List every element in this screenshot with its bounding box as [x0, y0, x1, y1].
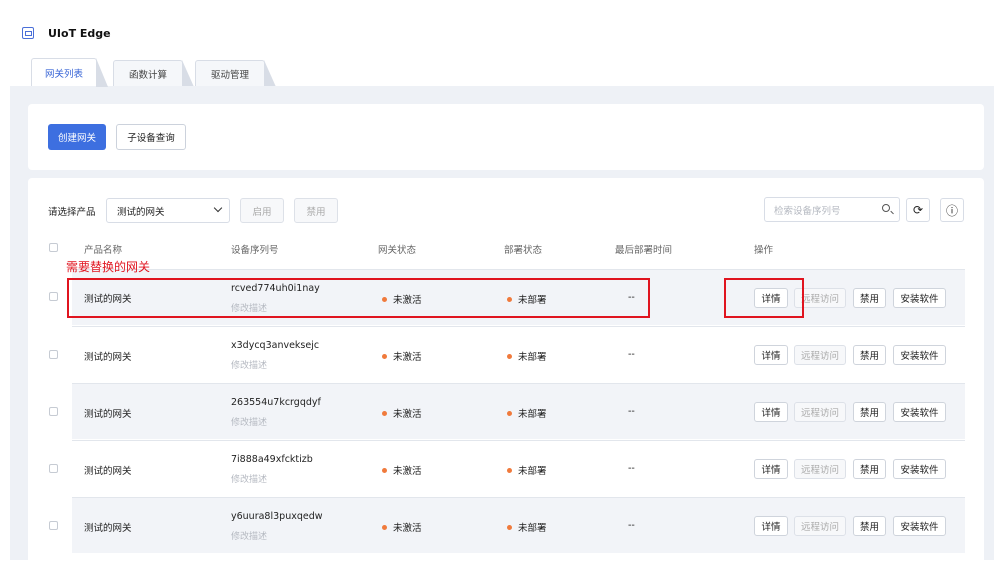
serial-number: 263554u7kcrgqdyf	[231, 397, 321, 408]
search-icon[interactable]	[882, 204, 890, 212]
product-select[interactable]: 测试的网关	[106, 198, 230, 223]
product-name: 测试的网关	[84, 352, 132, 363]
app-header: UIoT Edge	[22, 24, 111, 42]
create-gateway-button[interactable]: 创建网关	[48, 124, 106, 150]
enable-button[interactable]: 启用	[240, 198, 284, 223]
edit-description-link[interactable]: 修改描述	[231, 415, 267, 428]
search-input[interactable]: 检索设备序列号	[764, 197, 900, 222]
last-deploy-time: --	[628, 349, 635, 360]
install-software-button[interactable]: 安装软件	[893, 288, 946, 308]
refresh-icon[interactable]: ⟳	[906, 198, 930, 222]
product-name: 测试的网关	[84, 523, 132, 534]
status-dot-icon	[507, 468, 512, 473]
disable-button[interactable]: 禁用	[294, 198, 338, 223]
col-last-deploy-time: 最后部署时间	[615, 245, 673, 256]
row-checkbox[interactable]	[49, 350, 58, 359]
col-deploy-status: 部署状态	[504, 245, 543, 256]
col-gateway-status: 网关状态	[378, 245, 417, 256]
row-disable-button[interactable]: 禁用	[853, 288, 886, 308]
install-software-button[interactable]: 安装软件	[893, 459, 946, 479]
product-select-value: 测试的网关	[117, 206, 165, 218]
gateway-highlight-box	[67, 278, 650, 318]
row-disable-button[interactable]: 禁用	[853, 402, 886, 422]
product-name: 测试的网关	[84, 409, 132, 420]
col-serial: 设备序列号	[231, 245, 279, 256]
row-disable-button[interactable]: 禁用	[853, 345, 886, 365]
col-product-name: 产品名称	[84, 245, 123, 256]
col-actions: 操作	[754, 245, 774, 256]
device-box-icon	[22, 27, 34, 39]
install-software-button[interactable]: 安装软件	[893, 402, 946, 422]
help-icon[interactable]: ⓘ	[940, 198, 964, 222]
chevron-down-icon	[213, 203, 223, 213]
gateway-status: 未激活	[382, 520, 422, 534]
select-all-checkbox[interactable]	[49, 243, 58, 252]
deploy-status: 未部署	[507, 349, 547, 363]
row-disable-button[interactable]: 禁用	[853, 459, 886, 479]
last-deploy-time: --	[628, 520, 635, 531]
deploy-status: 未部署	[507, 406, 547, 420]
serial-number: x3dycq3anveksejc	[231, 340, 320, 351]
detail-highlight-box	[724, 278, 804, 318]
serial-number: 7i888a49xfcktizb	[231, 454, 313, 465]
detail-button[interactable]: 详情	[754, 516, 788, 536]
deploy-status: 未部署	[507, 463, 547, 477]
status-dot-icon	[507, 525, 512, 530]
app-title: UIoT Edge	[48, 26, 111, 40]
search-placeholder: 检索设备序列号	[774, 205, 841, 217]
row-checkbox[interactable]	[49, 292, 58, 301]
row-checkbox[interactable]	[49, 521, 58, 530]
status-dot-icon	[507, 411, 512, 416]
status-dot-icon	[382, 354, 387, 359]
deploy-status: 未部署	[507, 520, 547, 534]
tab-gateway-list[interactable]: 网关列表	[31, 58, 108, 87]
install-software-button[interactable]: 安装软件	[893, 345, 946, 365]
row-disable-button[interactable]: 禁用	[853, 516, 886, 536]
status-dot-icon	[507, 354, 512, 359]
serial-number: y6uura8l3puxqedw	[231, 511, 323, 522]
detail-button[interactable]: 详情	[754, 402, 788, 422]
install-software-button[interactable]: 安装软件	[893, 516, 946, 536]
remote-access-button[interactable]: 远程访问	[794, 459, 846, 479]
status-dot-icon	[382, 525, 387, 530]
edit-description-link[interactable]: 修改描述	[231, 472, 267, 485]
gateway-status: 未激活	[382, 406, 422, 420]
remote-access-button[interactable]: 远程访问	[794, 402, 846, 422]
tab-function-compute[interactable]: 函数计算	[113, 60, 194, 87]
gateway-status: 未激活	[382, 463, 422, 477]
product-select-label: 请选择产品	[48, 207, 96, 218]
tab-driver-management[interactable]: 驱动管理	[195, 60, 276, 87]
last-deploy-time: --	[628, 406, 635, 417]
subdevice-query-button[interactable]: 子设备查询	[116, 124, 186, 150]
product-name: 测试的网关	[84, 466, 132, 477]
detail-button[interactable]: 详情	[754, 345, 788, 365]
status-dot-icon	[382, 411, 387, 416]
row-checkbox[interactable]	[49, 407, 58, 416]
last-deploy-time: --	[628, 463, 635, 474]
remote-access-button[interactable]: 远程访问	[794, 516, 846, 536]
edit-description-link[interactable]: 修改描述	[231, 529, 267, 542]
gateway-status: 未激活	[382, 349, 422, 363]
edit-description-link[interactable]: 修改描述	[231, 358, 267, 371]
remote-access-button[interactable]: 远程访问	[794, 345, 846, 365]
annotation-label: 需要替换的网关	[66, 260, 151, 274]
status-dot-icon	[382, 468, 387, 473]
detail-button[interactable]: 详情	[754, 459, 788, 479]
row-checkbox[interactable]	[49, 464, 58, 473]
